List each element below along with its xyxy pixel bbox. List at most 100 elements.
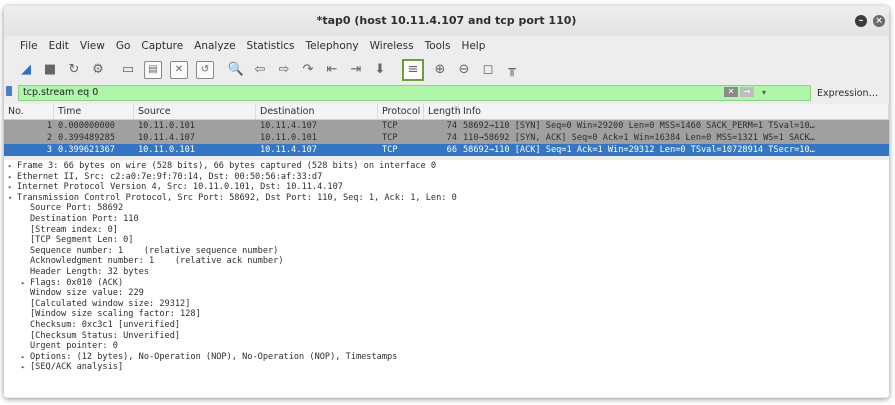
- collapsed-arrow-icon[interactable]: ▸: [8, 161, 17, 172]
- detail-text: [Calculated window size: 29312]: [30, 298, 191, 309]
- restart-capture-icon[interactable]: ↻: [66, 62, 82, 78]
- column-header-no[interactable]: No.: [4, 104, 54, 119]
- go-to-packet-icon[interactable]: ↷: [300, 62, 316, 78]
- detail-tree-item[interactable]: [Checksum Status: Unverified]: [4, 331, 889, 342]
- packet-list-body: 1 0.000000000 10.11.0.101 10.11.4.107 TCP 74 5…: [4, 120, 889, 156]
- display-filter-bar: tcp.stream eq 0 ✕ → ▾ Expression…: [6, 85, 889, 101]
- detail-text: [Checksum Status: Unverified]: [30, 330, 181, 341]
- detail-text: Window size value: 229: [30, 288, 144, 299]
- filter-dropdown-icon[interactable]: ▾: [762, 86, 766, 100]
- go-back-icon[interactable]: ⇦: [252, 62, 268, 78]
- reload-file-icon[interactable]: ↺: [196, 61, 214, 79]
- close-file-icon[interactable]: ✕: [170, 61, 188, 79]
- collapsed-arrow-icon[interactable]: ▸: [21, 278, 30, 289]
- detail-tree-item[interactable]: [TCP Segment Len: 0]: [4, 235, 889, 246]
- filter-bookmark-icon[interactable]: [6, 86, 12, 96]
- open-file-icon[interactable]: ▭: [120, 62, 136, 78]
- go-forward-icon[interactable]: ⇨: [276, 62, 292, 78]
- packet-cell-src: 10.11.0.101: [138, 121, 195, 131]
- detail-tree-item[interactable]: [Calculated window size: 29312]: [4, 299, 889, 310]
- zoom-in-icon[interactable]: ⊕: [432, 62, 448, 78]
- detail-tree-item[interactable]: ▸ Options: (12 bytes), No-Operation (NOP)…: [4, 352, 889, 363]
- main-toolbar: ◢ ■ ↻ ⚙ ▭ ▤ ✕ ↺ 🔍 ⇦ ⇨ ↷ ⇤ ⇥ ⬇ ≡ ⊕ ⊖ ◻ ╥: [4, 55, 889, 85]
- packet-row[interactable]: 3 0.399621367 10.11.0.101 10.11.4.107 TCP 66 5…: [4, 144, 889, 156]
- detail-tree-item[interactable]: ▸ [SEQ/ACK analysis]: [4, 362, 889, 373]
- column-header-time[interactable]: Time: [54, 104, 134, 119]
- stop-capture-icon[interactable]: ■: [42, 62, 58, 78]
- detail-text: Ethernet II, Src: c2:a0:7e:9f:70:14, Dst…: [17, 171, 323, 182]
- menu-tools[interactable]: Tools: [425, 40, 451, 52]
- detail-tree-item[interactable]: Acknowledgment number: 1 (relative ack n…: [4, 256, 889, 267]
- colorize-icon[interactable]: ≡: [402, 59, 424, 81]
- detail-tree-item[interactable]: [Stream index: 0]: [4, 225, 889, 236]
- collapsed-arrow-icon[interactable]: ▸: [21, 362, 30, 373]
- detail-text: Transmission Control Protocol, Src Port:…: [17, 192, 457, 203]
- clear-filter-icon[interactable]: ✕: [724, 87, 738, 97]
- find-packet-icon[interactable]: 🔍: [228, 62, 244, 78]
- packet-cell-proto: TCP: [382, 133, 398, 143]
- column-header-source[interactable]: Source: [134, 104, 256, 119]
- close-window-icon[interactable]: ×: [873, 15, 885, 27]
- detail-tree-item[interactable]: Window size value: 229: [4, 288, 889, 299]
- resize-columns-icon[interactable]: ╥: [504, 62, 520, 78]
- packet-cell-no: 3: [46, 145, 52, 155]
- collapsed-arrow-icon[interactable]: ▸: [21, 352, 30, 363]
- menu-telephony[interactable]: Telephony: [306, 40, 359, 52]
- detail-tree-item[interactable]: Checksum: 0xc3c1 [unverified]: [4, 320, 889, 331]
- detail-text: Internet Protocol Version 4, Src: 10.11.…: [17, 182, 343, 193]
- detail-tree-item[interactable]: [Window size scaling factor: 128]: [4, 309, 889, 320]
- menu-view[interactable]: View: [80, 40, 105, 52]
- first-packet-icon[interactable]: ⇤: [324, 62, 340, 78]
- last-packet-icon[interactable]: ⇥: [348, 62, 364, 78]
- menu-help[interactable]: Help: [461, 40, 485, 52]
- autoscroll-icon[interactable]: ⬇: [372, 62, 388, 78]
- zoom-normal-icon[interactable]: ◻: [480, 62, 496, 78]
- save-file-icon[interactable]: ▤: [144, 61, 162, 79]
- expanded-arrow-icon[interactable]: ▾: [8, 193, 17, 204]
- minimize-icon[interactable]: –: [855, 15, 867, 27]
- detail-tree-item[interactable]: Urgent pointer: 0: [4, 341, 889, 352]
- packet-cell-dst: 10.11.4.107: [260, 145, 317, 155]
- packet-cell-time: 0.399621367: [58, 145, 115, 155]
- menu-edit[interactable]: Edit: [49, 40, 69, 52]
- zoom-out-icon[interactable]: ⊖: [456, 62, 472, 78]
- detail-text: Frame 3: 66 bytes on wire (528 bits), 66…: [17, 161, 437, 171]
- menu-capture[interactable]: Capture: [141, 40, 183, 52]
- detail-tree-item[interactable]: ▾ Transmission Control Protocol, Src Port…: [4, 193, 889, 204]
- collapsed-arrow-icon[interactable]: ▸: [8, 172, 17, 183]
- column-header-length[interactable]: Length: [424, 104, 461, 119]
- collapsed-arrow-icon[interactable]: ▸: [8, 182, 17, 193]
- detail-tree-item[interactable]: Destination Port: 110: [4, 214, 889, 225]
- packet-cell-proto: TCP: [382, 121, 398, 131]
- apply-filter-icon[interactable]: →: [740, 87, 754, 97]
- menu-analyze[interactable]: Analyze: [194, 40, 235, 52]
- start-capture-icon[interactable]: ◢: [18, 62, 34, 78]
- detail-text: Urgent pointer: 0: [30, 341, 118, 352]
- detail-text: [SEQ/ACK analysis]: [30, 362, 124, 373]
- menu-file[interactable]: File: [20, 40, 38, 52]
- menu-wireless[interactable]: Wireless: [370, 40, 414, 52]
- column-header-protocol[interactable]: Protocol: [378, 104, 424, 119]
- detail-tree-item[interactable]: Header Length: 32 bytes: [4, 267, 889, 278]
- menu-statistics[interactable]: Statistics: [247, 40, 295, 52]
- packet-cell-time: 0.000000000: [58, 121, 115, 131]
- detail-tree-item[interactable]: ▸ Ethernet II, Src: c2:a0:7e:9f:70:14, Ds…: [4, 172, 889, 183]
- capture-options-icon[interactable]: ⚙: [90, 62, 106, 78]
- menu-go[interactable]: Go: [116, 40, 131, 52]
- display-filter-input[interactable]: tcp.stream eq 0 ✕ → ▾: [18, 85, 811, 101]
- packet-row[interactable]: 1 0.000000000 10.11.0.101 10.11.4.107 TCP 74 5…: [4, 120, 889, 132]
- wireshark-window: *tap0 (host 10.11.4.107 and tcp port 110…: [4, 6, 889, 398]
- expression-button[interactable]: Expression…: [811, 88, 889, 99]
- detail-tree-item[interactable]: ▸ Frame 3: 66 bytes on wire (528 bits), 6…: [4, 161, 889, 172]
- packet-cell-len: 74: [446, 121, 457, 131]
- detail-tree-item[interactable]: Source Port: 58692: [4, 203, 889, 214]
- packet-row[interactable]: 2 0.399489285 10.11.4.107 10.11.0.101 TCP 74 1…: [4, 132, 889, 144]
- detail-tree-item[interactable]: ▸ Internet Protocol Version 4, Src: 10.11…: [4, 182, 889, 193]
- packet-cell-dst: 10.11.0.101: [260, 133, 317, 143]
- title-bar: *tap0 (host 10.11.4.107 and tcp port 110…: [4, 6, 889, 36]
- column-header-info[interactable]: Info: [459, 104, 889, 119]
- detail-text: Options: (12 bytes), No-Operation (NOP),…: [30, 351, 398, 362]
- column-header-destination[interactable]: Destination: [256, 104, 378, 119]
- detail-tree-item[interactable]: Sequence number: 1 (relative sequence nu…: [4, 246, 889, 257]
- detail-tree-item[interactable]: ▸ Flags: 0x010 (ACK): [4, 278, 889, 289]
